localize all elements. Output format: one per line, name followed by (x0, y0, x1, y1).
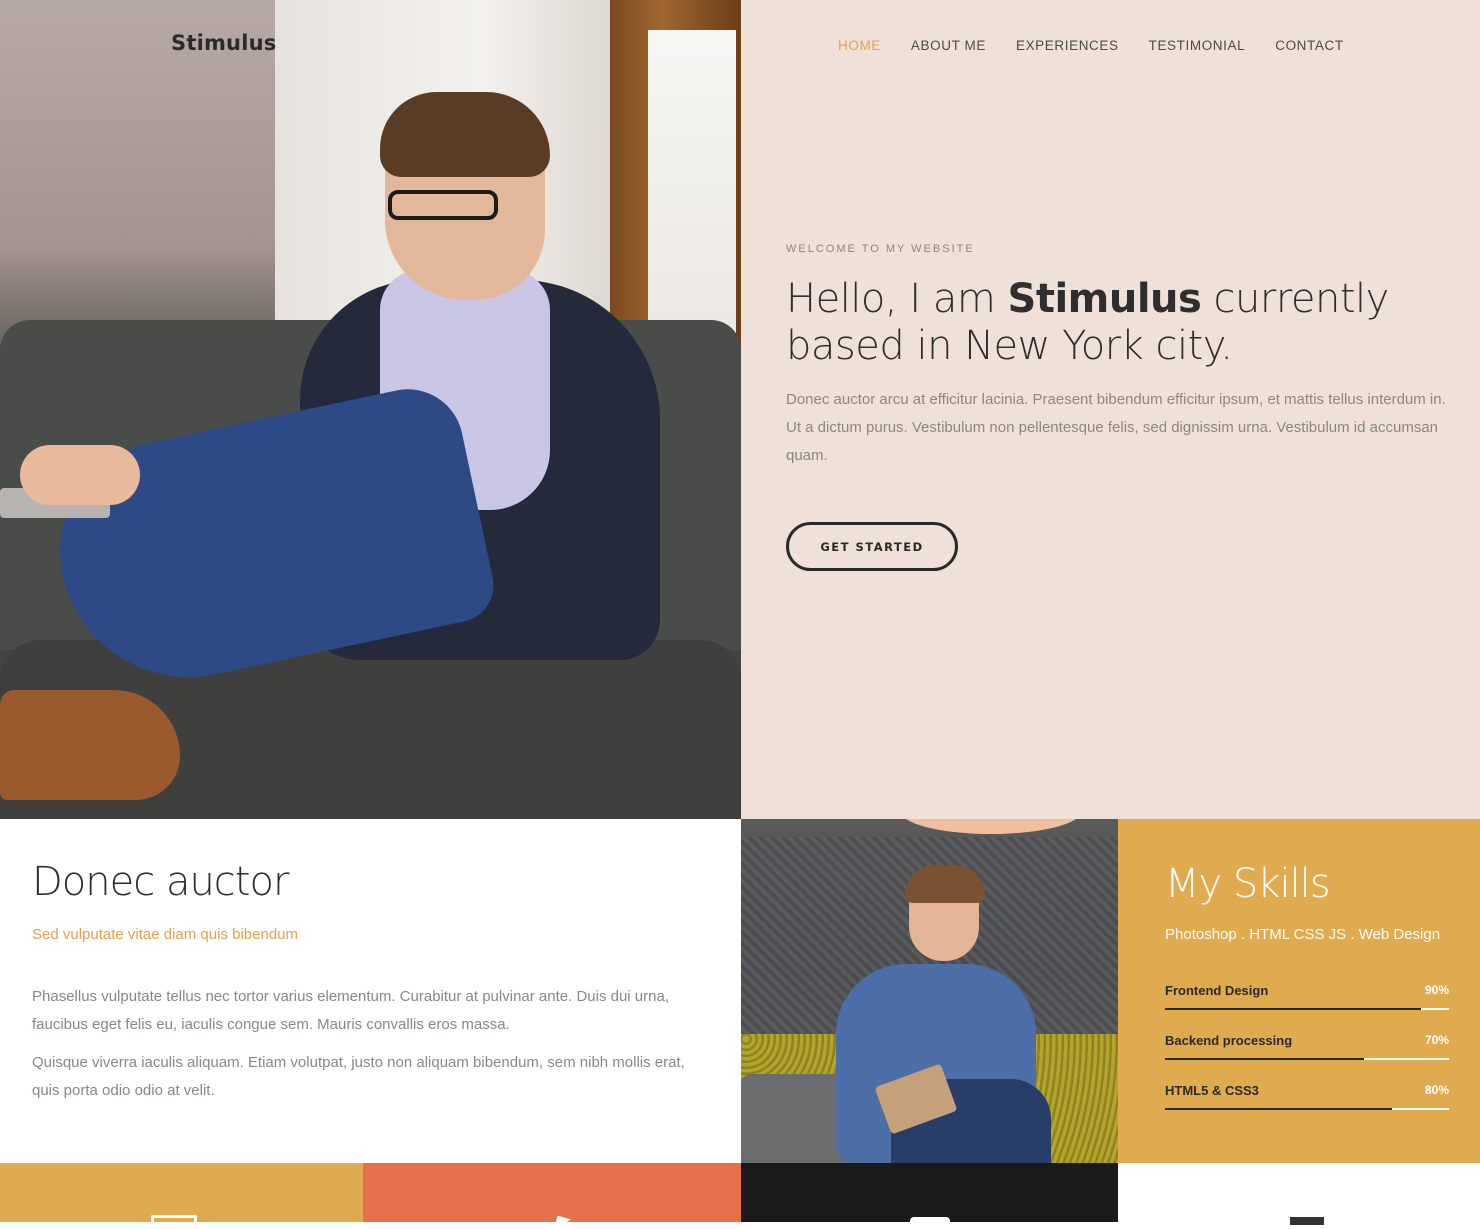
hero-description: Donec auctor arcu at efficitur lacinia. … (786, 391, 1446, 464)
skill-fill (1165, 1008, 1421, 1010)
skill-bar: HTML5 & CSS3 80% (1165, 1083, 1449, 1113)
skill-percent: 80% (1424, 1083, 1449, 1097)
hero-eyebrow: WELCOME TO MY WEBSITE (786, 243, 975, 255)
site-logo[interactable]: Stimulus (171, 31, 276, 55)
skill-name: HTML5 & CSS3 (1165, 1083, 1259, 1098)
skill-fill (1165, 1058, 1364, 1060)
get-started-button[interactable]: GET STARTED (786, 522, 958, 571)
skill-bar: Frontend Design 90% (1165, 983, 1449, 1013)
skills-subtitle: Photoshop . HTML CSS JS . Web Design (1165, 926, 1441, 943)
service-tile-3[interactable] (741, 1163, 1118, 1225)
photo-lamp (901, 819, 1081, 834)
skill-fill (1165, 1108, 1393, 1110)
hero-headline-prefix: Hello, I am (786, 276, 1008, 322)
hero-photo (0, 0, 741, 819)
about-paragraph-1: Phasellus vulputate tellus nec tortor va… (32, 988, 669, 1033)
about-photo (741, 819, 1118, 1163)
hero-headline-name: Stimulus (1007, 276, 1202, 322)
photo-hand (20, 445, 140, 505)
nav-item-testimonial[interactable]: TESTIMONIAL (1149, 38, 1246, 53)
about-section: Donec auctor Sed vulputate vitae diam qu… (0, 819, 741, 1163)
service-tile-4[interactable] (1118, 1163, 1480, 1225)
skills-section: My Skills Photoshop . HTML CSS JS . Web … (1118, 819, 1480, 1163)
hero-headline: Hello, I am Stimulus currently based in … (786, 276, 1456, 370)
skill-name: Frontend Design (1165, 983, 1269, 998)
photo-door-glass (648, 30, 736, 360)
main-nav: HOME ABOUT ME EXPERIENCES TESTIMONIAL CO… (838, 38, 1374, 53)
skill-percent: 70% (1424, 1033, 1449, 1047)
photo-person-glasses (388, 190, 498, 220)
skill-bar: Backend processing 70% (1165, 1033, 1449, 1063)
nav-item-experiences[interactable]: EXPERIENCES (1016, 38, 1119, 53)
nav-item-home[interactable]: HOME (838, 38, 881, 53)
skill-track (1165, 1008, 1449, 1010)
photo-shoe (0, 690, 180, 800)
about-title: Donec auctor (32, 859, 289, 905)
skill-track (1165, 1058, 1449, 1060)
skills-title: My Skills (1165, 861, 1331, 907)
briefcase-icon (910, 1217, 950, 1225)
about-subtitle: Sed vulputate vitae diam quis bibendum (32, 926, 299, 943)
service-tile-1[interactable] (0, 1163, 363, 1229)
photo-person-hair (905, 865, 985, 903)
monitor-icon (151, 1215, 197, 1229)
skill-track (1165, 1108, 1449, 1110)
skill-percent: 90% (1424, 983, 1449, 997)
skill-name: Backend processing (1165, 1033, 1293, 1048)
about-paragraph-2: Quisque viverra iaculis aliquam. Etiam v… (32, 1054, 685, 1099)
service-tile-2[interactable] (363, 1163, 741, 1229)
box-icon (1290, 1217, 1324, 1225)
photo-person-hair (380, 92, 550, 177)
paper-plane-icon (548, 1210, 572, 1229)
nav-item-contact[interactable]: CONTACT (1275, 38, 1343, 53)
nav-item-about-me[interactable]: ABOUT ME (911, 38, 986, 53)
